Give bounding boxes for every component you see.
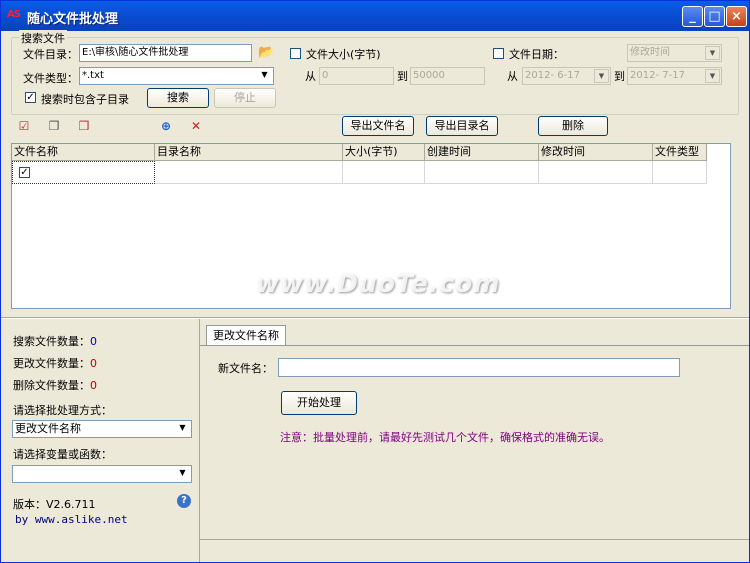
- app-icon: AS: [7, 9, 21, 20]
- col-header-created[interactable]: 创建时间: [425, 144, 539, 161]
- new-name-label: 新文件名：: [218, 362, 273, 375]
- chevron-down-icon[interactable]: ▼: [594, 69, 609, 83]
- maximize-button[interactable]: □: [704, 6, 725, 27]
- table-row-cell-created[interactable]: [425, 161, 539, 184]
- date-from-picker[interactable]: 2012- 6-17 ▼: [522, 67, 611, 85]
- invert-selection-icon[interactable]: ❒: [77, 119, 91, 133]
- type-label: 文件类型：: [23, 72, 78, 85]
- window-title: 随心文件批处理: [27, 12, 119, 27]
- include-subdir-label: 搜索时包含子目录: [41, 93, 129, 106]
- search-group-title: 搜索文件: [19, 30, 67, 46]
- chevron-down-icon[interactable]: ▼: [257, 69, 272, 83]
- date-kind-value: 修改时间: [630, 47, 670, 58]
- remove-files-icon[interactable]: ✕: [189, 119, 203, 133]
- size-to-label: 到: [397, 70, 408, 83]
- rename-count-label: 更改文件数量：0: [13, 357, 97, 370]
- version-label: 版本：V2.6.711: [13, 498, 96, 511]
- start-process-button[interactable]: 开始处理: [281, 391, 357, 415]
- add-files-icon[interactable]: ⊕: [159, 119, 173, 133]
- check-all-icon[interactable]: ☑: [17, 119, 31, 133]
- col-header-filename[interactable]: 文件名称: [12, 144, 155, 161]
- right-pane: 更改文件名称 新文件名： 开始处理 注意：批量处理前，请最好先测试几个文件，确保…: [199, 319, 749, 562]
- dir-input[interactable]: E:\审核\随心文件批处理: [79, 44, 252, 62]
- date-to-label: 到: [614, 70, 625, 83]
- status-divider: [199, 539, 749, 540]
- file-date-checkbox[interactable]: [493, 48, 504, 59]
- date-to-value: 2012- 7-17: [630, 70, 685, 81]
- minimize-button[interactable]: _: [682, 6, 703, 27]
- close-button[interactable]: ×: [726, 6, 747, 27]
- col-header-dirname[interactable]: 目录名称: [155, 144, 343, 161]
- export-names-button[interactable]: 导出文件名: [342, 116, 414, 136]
- search-button[interactable]: 搜索: [147, 88, 209, 108]
- table-row-cell-filetype[interactable]: [653, 161, 707, 184]
- main-window: AS 随心文件批处理 _ □ × 搜索文件 文件目录： E:\审核\随心文件批处…: [0, 0, 750, 563]
- watermark: www.DuoTe.com: [256, 269, 501, 298]
- include-subdir-checkbox[interactable]: ✓: [25, 92, 36, 103]
- export-dirs-button[interactable]: 导出目录名: [426, 116, 498, 136]
- size-to-input[interactable]: 50000: [410, 67, 485, 85]
- date-from-label: 从: [507, 70, 518, 83]
- chevron-down-icon[interactable]: ▼: [175, 422, 190, 436]
- size-from-input[interactable]: 0: [319, 67, 394, 85]
- type-combo-value: *.txt: [82, 70, 104, 81]
- help-icon[interactable]: ?: [177, 494, 191, 508]
- website-link[interactable]: by www.aslike.net: [15, 513, 128, 526]
- variable-combo[interactable]: ▼: [12, 465, 192, 483]
- file-date-label: 文件日期：: [509, 48, 564, 61]
- date-kind-combo[interactable]: 修改时间 ▼: [627, 44, 722, 62]
- tab-divider: [200, 345, 749, 346]
- warning-note: 注意：批量处理前，请最好先测试几个文件，确保格式的准确无误。: [280, 431, 610, 444]
- rename-count-value: 0: [90, 357, 97, 370]
- folder-open-icon[interactable]: 📂: [258, 45, 274, 60]
- col-header-filetype[interactable]: 文件类型: [653, 144, 707, 161]
- tab-rename[interactable]: 更改文件名称: [206, 325, 286, 346]
- table-row-cell-size[interactable]: [343, 161, 425, 184]
- table-row-cell-filename[interactable]: ✓: [12, 161, 155, 184]
- method-combo[interactable]: 更改文件名称 ▼: [12, 420, 192, 438]
- file-size-checkbox[interactable]: [290, 48, 301, 59]
- delete-count-value: 0: [90, 379, 97, 392]
- date-from-value: 2012- 6-17: [525, 70, 580, 81]
- stop-button[interactable]: 停止: [214, 88, 276, 108]
- chevron-down-icon[interactable]: ▼: [705, 69, 720, 83]
- delete-button[interactable]: 删除: [538, 116, 608, 136]
- date-to-picker[interactable]: 2012- 7-17 ▼: [627, 67, 722, 85]
- col-header-modified[interactable]: 修改时间: [539, 144, 653, 161]
- new-name-input[interactable]: [278, 358, 680, 377]
- size-from-label: 从: [305, 70, 316, 83]
- uncheck-all-icon[interactable]: ❐: [47, 119, 61, 133]
- delete-count-label: 删除文件数量：0: [13, 379, 97, 392]
- method-label: 请选择批处理方式：: [13, 404, 112, 417]
- chevron-down-icon[interactable]: ▼: [705, 46, 720, 60]
- file-size-label: 文件大小(字节): [306, 48, 381, 61]
- row-checkbox[interactable]: ✓: [19, 167, 30, 178]
- left-pane: 搜索文件数量：0 更改文件数量：0 删除文件数量：0 请选择批处理方式： 更改文…: [1, 319, 199, 562]
- variable-label: 请选择变量或函数：: [13, 448, 112, 461]
- type-combo[interactable]: *.txt ▼: [79, 67, 274, 85]
- method-value: 更改文件名称: [15, 422, 81, 435]
- search-count-label: 搜索文件数量：0: [13, 335, 97, 348]
- col-header-size[interactable]: 大小(字节): [343, 144, 425, 161]
- title-bar[interactable]: AS 随心文件批处理 _ □ ×: [1, 1, 749, 31]
- chevron-down-icon[interactable]: ▼: [175, 467, 190, 481]
- table-row-cell-modified[interactable]: [539, 161, 653, 184]
- dir-label: 文件目录：: [23, 48, 78, 61]
- table-row-cell-dirname[interactable]: [155, 161, 343, 184]
- search-count-value: 0: [90, 335, 97, 348]
